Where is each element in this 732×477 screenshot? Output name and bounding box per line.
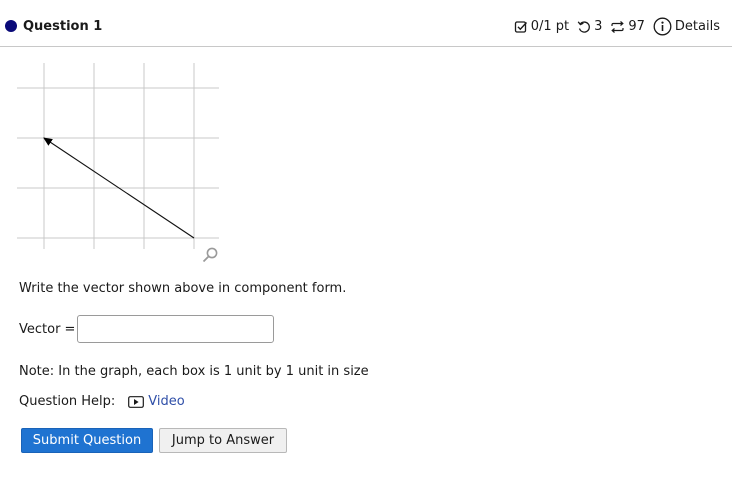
retry-icon <box>577 20 591 33</box>
details-label: Details <box>674 19 720 34</box>
submit-question-button[interactable]: Submit Question <box>21 428 153 453</box>
repeat-icon <box>611 20 625 33</box>
graph-grid <box>17 63 219 249</box>
jump-to-answer-button[interactable]: Jump to Answer <box>159 428 287 453</box>
zoom-icon[interactable] <box>202 247 218 263</box>
note-text: Note: In the graph, each box is 1 unit b… <box>19 364 369 379</box>
video-link[interactable]: Video <box>128 394 185 409</box>
vector-input[interactable] <box>77 315 274 343</box>
video-icon <box>128 395 145 408</box>
status-dot <box>5 20 17 32</box>
details-button[interactable]: Details <box>653 17 720 36</box>
versions-text: 97 <box>628 19 645 34</box>
question-help: Question Help: Video <box>19 394 185 409</box>
question-header: Question 1 0/1 pt 3 97 Details <box>0 0 732 47</box>
versions-indicator: 97 <box>610 19 645 34</box>
points-indicator: 0/1 pt <box>514 19 569 34</box>
vector-label: Vector = <box>19 322 76 337</box>
question-help-label: Question Help: <box>19 394 116 409</box>
attempts-indicator: 3 <box>577 19 602 34</box>
points-text: 0/1 pt <box>530 19 570 34</box>
question-prompt: Write the vector shown above in componen… <box>19 281 347 296</box>
question-title: Question 1 <box>23 19 103 34</box>
video-link-label: Video <box>148 394 185 409</box>
vector-graph <box>17 63 219 263</box>
question-meta: 0/1 pt 3 97 Details <box>506 17 720 36</box>
checkbox-icon <box>514 20 527 33</box>
info-icon <box>653 17 672 36</box>
attempts-text: 3 <box>594 19 603 34</box>
